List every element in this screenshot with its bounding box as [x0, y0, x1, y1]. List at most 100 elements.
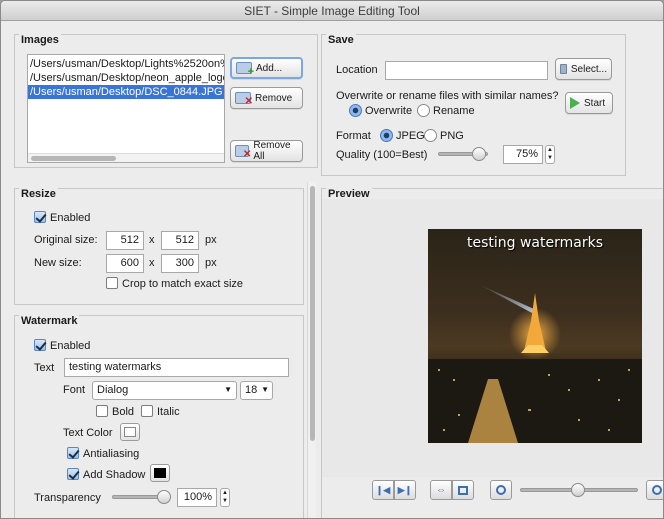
italic-label: Italic	[157, 406, 180, 418]
save-panel: Save Location Select... Overwrite or ren…	[321, 34, 626, 176]
watermark-enabled-checkbox[interactable]	[34, 339, 46, 351]
images-panel-title: Images	[19, 34, 61, 46]
resize-enabled-checkbox[interactable]	[34, 211, 46, 223]
overwrite-question: Overwrite or rename files with similar n…	[336, 90, 559, 102]
new-unit: px	[205, 257, 217, 269]
title-bar: SIET - Simple Image Editing Tool	[1, 1, 663, 21]
remove-all-button-label: Remove All	[253, 140, 291, 162]
add-button[interactable]: + Add...	[230, 57, 303, 79]
png-radio[interactable]	[424, 129, 437, 142]
skip-back-icon: ❙◀	[375, 484, 391, 495]
remove-button[interactable]: ✕ Remove	[230, 87, 303, 109]
rename-radio-label: Rename	[433, 105, 475, 117]
zoom-slider-knob[interactable]	[571, 483, 585, 497]
chevron-down-icon: ▼	[261, 385, 269, 394]
first-image-button[interactable]: ❙◀	[372, 480, 394, 500]
quality-stepper[interactable]: ▲ ▼	[545, 145, 555, 164]
png-radio-label: PNG	[440, 130, 464, 142]
zoom-out-button[interactable]	[490, 480, 512, 500]
new-width-field[interactable]: 600	[106, 254, 144, 273]
rename-radio[interactable]	[417, 104, 430, 117]
preview-canvas: testing watermarks	[322, 199, 663, 477]
shadow-color-swatch[interactable]	[150, 464, 170, 482]
transparency-stepper[interactable]: ▲ ▼	[220, 488, 230, 507]
antialiasing-label: Antialiasing	[83, 448, 140, 460]
resize-panel-title: Resize	[19, 188, 58, 200]
original-times: x	[149, 234, 155, 246]
location-input[interactable]	[385, 61, 548, 80]
transparency-slider-knob[interactable]	[157, 490, 171, 504]
select-location-button[interactable]: Select...	[555, 58, 612, 80]
file-list-item[interactable]: /Users/usman/Desktop/Lights%2520on%2520	[28, 57, 224, 71]
save-panel-title: Save	[326, 34, 356, 46]
jpeg-radio[interactable]	[380, 129, 393, 142]
watermark-panel: Watermark Enabled Text testing watermark…	[14, 315, 304, 518]
fit-width-icon: ⇔	[436, 484, 446, 496]
font-label: Font	[63, 384, 86, 396]
chevron-down-icon: ▼	[224, 385, 232, 394]
watermark-text-label: Text	[34, 362, 55, 374]
add-image-icon: +	[236, 62, 254, 78]
next-image-button[interactable]: ▶❙	[394, 480, 416, 500]
resize-panel: Resize Enabled Original size: 512 x 512 …	[14, 188, 304, 305]
text-color-swatch[interactable]	[120, 423, 140, 441]
new-height-field[interactable]: 300	[161, 254, 199, 273]
location-label: Location	[336, 64, 378, 76]
quality-label: Quality (100=Best)	[336, 149, 428, 161]
transparency-label: Transparency	[34, 492, 101, 504]
remove-button-label: Remove	[255, 92, 293, 104]
transparency-field[interactable]: 100%	[177, 488, 217, 507]
fit-screen-icon	[458, 485, 468, 495]
resize-enabled-label: Enabled	[50, 212, 91, 224]
original-width-field[interactable]: 512	[106, 231, 144, 250]
file-list[interactable]: /Users/usman/Desktop/Lights%2520on%2520/…	[27, 54, 225, 163]
add-shadow-checkbox[interactable]	[67, 468, 79, 480]
start-button-label: Start	[584, 97, 606, 109]
file-list-scrollbar[interactable]	[28, 153, 224, 162]
original-height-field[interactable]: 512	[161, 231, 199, 250]
font-select-value: Dialog	[97, 384, 129, 396]
quality-field[interactable]: 75%	[503, 145, 543, 164]
zoom-in-button[interactable]	[646, 480, 663, 500]
fit-screen-button[interactable]	[452, 480, 474, 500]
original-unit: px	[205, 234, 217, 246]
remove-image-icon: ✕	[235, 92, 253, 107]
crop-checkbox[interactable]	[106, 277, 118, 289]
antialiasing-checkbox[interactable]	[67, 447, 79, 459]
zoom-out-icon	[496, 485, 506, 495]
format-label: Format	[336, 130, 371, 142]
skip-forward-icon: ▶❙	[397, 484, 413, 495]
folder-icon	[560, 64, 567, 74]
remove-all-button[interactable]: ✕ Remove All	[230, 140, 303, 162]
play-icon	[570, 97, 580, 109]
new-size-label: New size:	[34, 257, 82, 269]
zoom-in-icon	[652, 485, 662, 495]
images-panel: Images /Users/usman/Desktop/Lights%2520o…	[14, 34, 318, 168]
file-list-scroll-thumb[interactable]	[31, 156, 116, 161]
font-select[interactable]: Dialog ▼	[92, 381, 237, 400]
start-button[interactable]: Start	[565, 92, 613, 114]
preview-watermark-text: testing watermarks	[466, 235, 603, 251]
fit-width-button[interactable]: ⇔	[430, 480, 452, 500]
settings-scrollbar[interactable]	[307, 182, 316, 518]
remove-all-icon: ✕	[235, 145, 251, 160]
watermark-enabled-label: Enabled	[50, 340, 91, 352]
watermark-panel-title: Watermark	[19, 315, 80, 327]
app-window: SIET - Simple Image Editing Tool Images …	[0, 0, 664, 519]
text-color-label: Text Color	[63, 427, 113, 439]
italic-checkbox[interactable]	[141, 405, 153, 417]
bold-checkbox[interactable]	[96, 405, 108, 417]
watermark-text-input[interactable]: testing watermarks	[64, 358, 289, 377]
file-list-item[interactable]: /Users/usman/Desktop/neon_apple_logo.jpg	[28, 71, 224, 85]
font-size-select[interactable]: 18 ▼	[240, 381, 273, 400]
settings-scroll-thumb[interactable]	[310, 186, 315, 441]
overwrite-radio[interactable]	[349, 104, 362, 117]
file-list-item[interactable]: /Users/usman/Desktop/DSC_0844.JPG	[28, 85, 224, 99]
add-shadow-label: Add Shadow	[83, 469, 146, 481]
window-title: SIET - Simple Image Editing Tool	[244, 4, 420, 18]
bold-label: Bold	[112, 406, 135, 418]
original-size-label: Original size:	[34, 234, 98, 246]
quality-slider-knob[interactable]	[472, 147, 486, 161]
preview-panel: Preview testing watermarks ❙◀ ▶❙ ⇔	[321, 188, 663, 518]
paris-night-photo	[428, 284, 642, 443]
